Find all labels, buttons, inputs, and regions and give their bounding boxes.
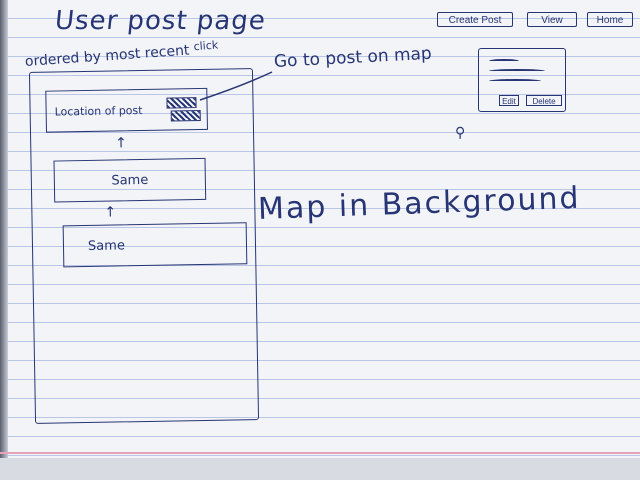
table-surface [0, 458, 640, 480]
delete-button[interactable]: Delete [526, 95, 562, 106]
connector-line [199, 71, 273, 101]
popup-text-line [489, 79, 541, 83]
margin-line [0, 452, 640, 454]
map-pin-icon[interactable]: ⚲ [455, 125, 465, 141]
edit-button[interactable]: Edit [499, 95, 519, 106]
post-popup: Edit Delete [478, 48, 566, 112]
popup-text-line [489, 59, 519, 63]
popup-text-line [489, 69, 545, 73]
